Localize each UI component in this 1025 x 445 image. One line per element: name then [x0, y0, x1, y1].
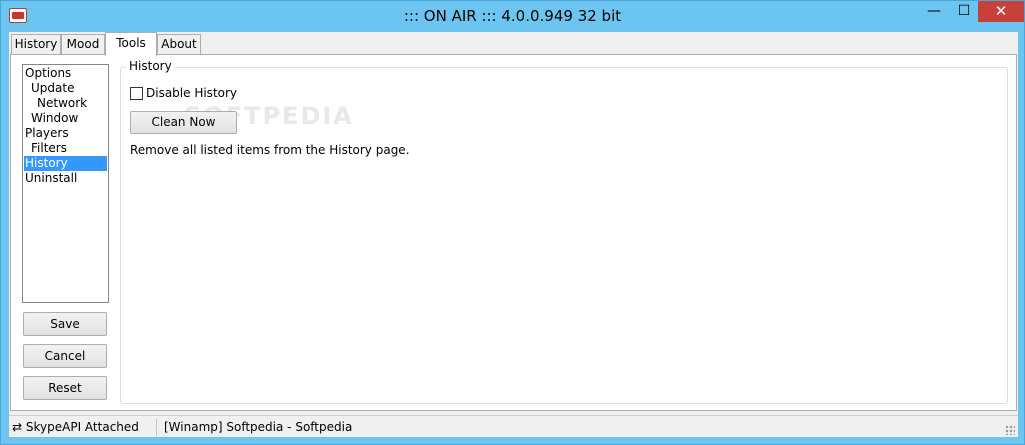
reset-button[interactable]: Reset [23, 376, 107, 400]
window-title: ::: ON AIR ::: 4.0.0.949 32 bit [403, 7, 622, 25]
tree-item-players[interactable]: Players [25, 126, 69, 141]
tab-tools[interactable]: Tools [105, 32, 157, 56]
clean-now-button[interactable]: Clean Now [130, 111, 237, 134]
tab-history[interactable]: History [11, 34, 61, 54]
minimize-button[interactable]: — [919, 1, 949, 22]
history-group: History SOFTPEDIA Disable History Clean … [120, 59, 1008, 404]
cancel-button[interactable]: Cancel [23, 344, 107, 368]
tab-mood[interactable]: Mood [61, 34, 105, 54]
disable-history-label[interactable]: Disable History [146, 86, 237, 100]
tab-about[interactable]: About [157, 34, 201, 54]
tree-item-update[interactable]: Update [31, 81, 74, 96]
tree-item-history[interactable]: History [24, 156, 107, 171]
options-tree[interactable]: Options Update Network Window Players Fi… [22, 64, 109, 303]
title-bar[interactable]: ::: ON AIR ::: 4.0.0.949 32 bit — ☐ ✕ [1, 1, 1024, 31]
client-area: History Mood Tools About Options Update … [9, 32, 1018, 437]
player-status: [Winamp] Softpedia - Softpedia [164, 420, 353, 434]
maximize-button[interactable]: ☐ [949, 1, 979, 22]
app-window: ::: ON AIR ::: 4.0.0.949 32 bit — ☐ ✕ Hi… [0, 0, 1025, 445]
skype-status-text: SkypeAPI Attached [25, 420, 139, 434]
tree-item-uninstall[interactable]: Uninstall [25, 171, 77, 186]
tree-item-options[interactable]: Options [25, 66, 108, 81]
close-button[interactable]: ✕ [978, 1, 1024, 22]
tools-panel: Options Update Network Window Players Fi… [10, 54, 1017, 411]
resize-grip[interactable] [1005, 425, 1015, 435]
save-button[interactable]: Save [23, 312, 107, 336]
history-description: Remove all listed items from the History… [130, 143, 410, 157]
tree-item-window[interactable]: Window [31, 111, 78, 126]
skype-status: ⇄ SkypeAPI Attached [12, 419, 139, 436]
status-divider [156, 419, 157, 436]
tree-item-network[interactable]: Network [37, 96, 87, 111]
arrows-exchange-icon: ⇄ [12, 420, 23, 434]
history-group-label: History [126, 59, 175, 73]
disable-history-checkbox[interactable] [130, 87, 143, 100]
status-bar: ⇄ SkypeAPI Attached [Winamp] Softpedia -… [9, 415, 1018, 437]
tree-item-filters[interactable]: Filters [31, 141, 67, 156]
